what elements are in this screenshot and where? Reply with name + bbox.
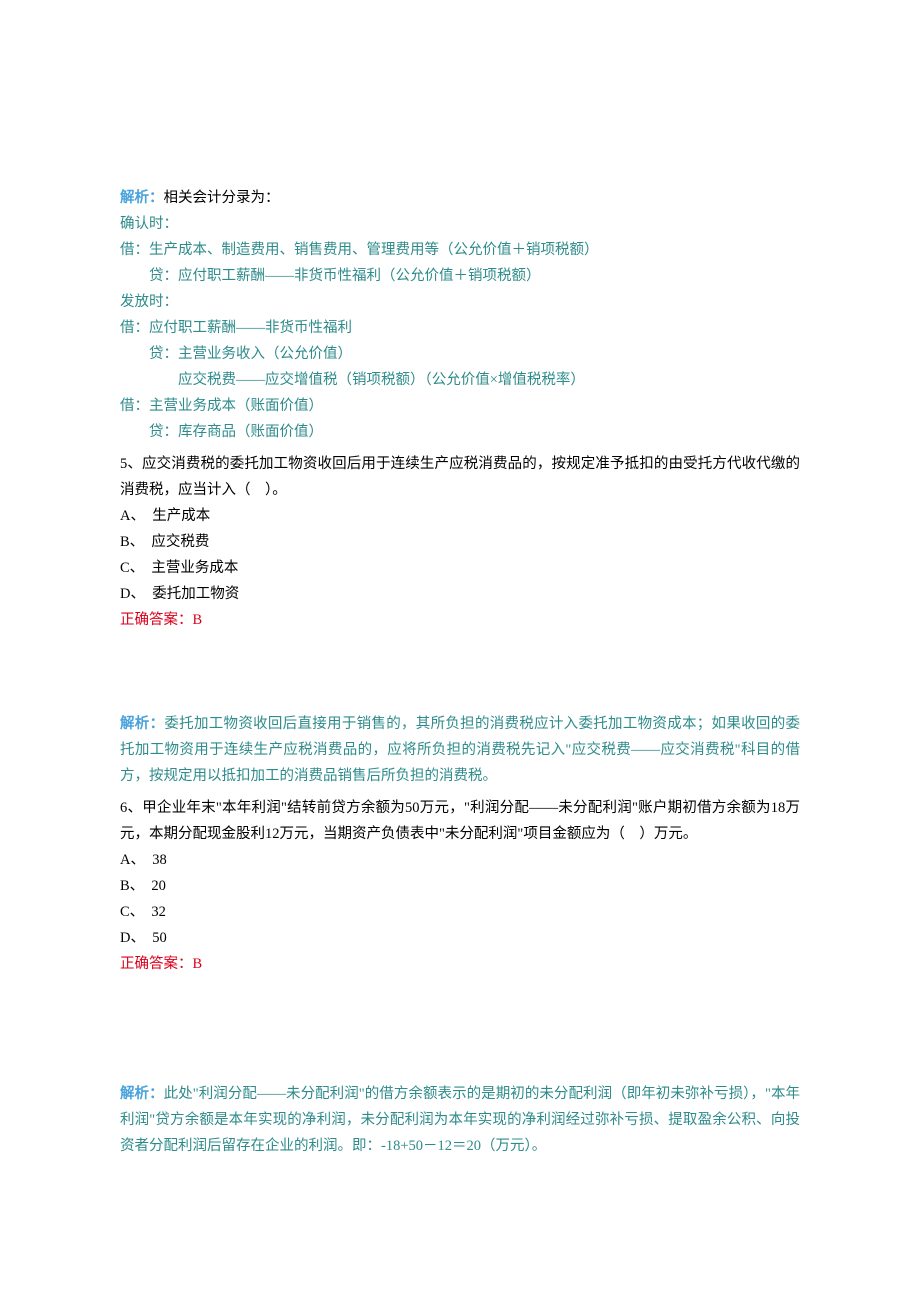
question-6-analysis: 此处"利润分配——未分配利润"的借方余额表示的是期初的未分配利润（即年初未弥补亏… (120, 1086, 800, 1154)
spacer (120, 1055, 800, 1081)
analysis-block-5: 解析：委托加工物资收回后直接用于销售的，其所负担的消费税应计入委托加工物资成本；… (120, 711, 800, 789)
question-6-option-b: B、 20 (120, 873, 800, 899)
analysis-label: 解析： (120, 190, 164, 206)
analysis-block-4: 解析：相关会计分录为： (120, 185, 800, 211)
analysis-line: 确认时： (120, 211, 800, 237)
question-6-option-a: A、 38 (120, 847, 800, 873)
question-6-option-d: D、 50 (120, 925, 800, 951)
question-5-stem: 5、应交消费税的委托加工物资收回后用于连续生产应税消费品的，按规定准予抵扣的由受… (120, 451, 800, 503)
correct-answer-label: 正确答案： (120, 612, 193, 628)
analysis-line: 贷：库存商品（账面价值） (120, 419, 800, 445)
question-5-option-a: A、 生产成本 (120, 503, 800, 529)
question-5-option-d: D、 委托加工物资 (120, 581, 800, 607)
spacer (120, 977, 800, 1055)
analysis-line: 贷：应付职工薪酬——非货币性福利（公允价值＋销项税额） (120, 263, 800, 289)
question-5-option-b: B、 应交税费 (120, 529, 800, 555)
analysis-block-6: 解析：此处"利润分配——未分配利润"的借方余额表示的是期初的未分配利润（即年初未… (120, 1081, 800, 1159)
analysis-label: 解析： (120, 716, 164, 732)
analysis-label: 解析： (120, 1086, 164, 1102)
analysis-intro: 相关会计分录为： (164, 190, 280, 206)
analysis-line: 贷：主营业务收入（公允价值） (120, 341, 800, 367)
analysis-line: 借：应付职工薪酬——非货币性福利 (120, 315, 800, 341)
question-6-answer: B (193, 956, 203, 972)
question-6-option-c: C、 32 (120, 899, 800, 925)
question-6-stem: 6、甲企业年末"本年利润"结转前贷方余额为50万元，"利润分配——未分配利润"账… (120, 795, 800, 847)
question-5-answer-line: 正确答案：B (120, 607, 800, 633)
analysis-line: 借：主营业务成本（账面价值） (120, 393, 800, 419)
correct-answer-label: 正确答案： (120, 956, 193, 972)
document-page: 解析：相关会计分录为： 确认时： 借：生产成本、制造费用、销售费用、管理费用等（… (0, 0, 920, 1249)
question-5-option-c: C、 主营业务成本 (120, 555, 800, 581)
spacer (120, 633, 800, 711)
question-5-answer: B (193, 612, 203, 628)
question-5-analysis: 委托加工物资收回后直接用于销售的，其所负担的消费税应计入委托加工物资成本；如果收… (120, 716, 800, 784)
question-6-answer-line: 正确答案：B (120, 951, 800, 977)
analysis-line: 发放时： (120, 289, 800, 315)
analysis-line: 借：生产成本、制造费用、销售费用、管理费用等（公允价值＋销项税额） (120, 237, 800, 263)
analysis-line: 应交税费——应交增值税（销项税额）（公允价值×增值税税率） (120, 367, 800, 393)
